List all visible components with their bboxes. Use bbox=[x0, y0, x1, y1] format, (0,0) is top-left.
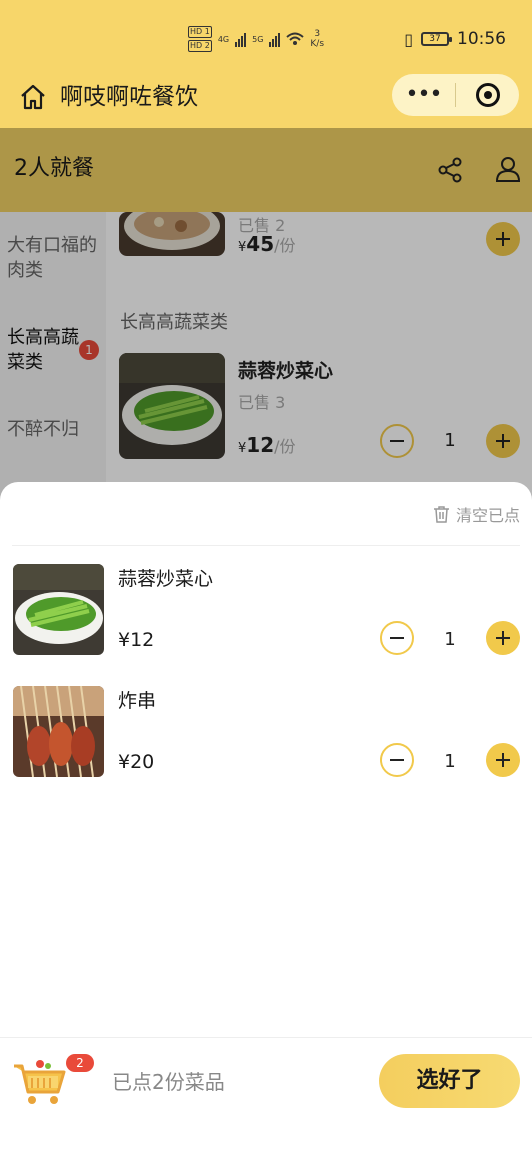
status-bar: HD 1 HD 2 4G 5G 3 K/s ▯ 37 10:56 bbox=[0, 0, 532, 72]
signal-icon bbox=[269, 31, 281, 47]
cart-item-quantity: 1 bbox=[444, 629, 456, 650]
clear-cart-button[interactable]: 清空已点 bbox=[433, 502, 520, 526]
cart-item-price: ¥20 bbox=[118, 751, 155, 773]
cart-item-name: 蒜蓉炒菜心 bbox=[118, 568, 214, 590]
decrease-button[interactable] bbox=[380, 743, 414, 777]
signal-icon bbox=[235, 31, 247, 47]
net-5g-label: 5G bbox=[252, 34, 264, 44]
title-bar: 啊吱啊咗餐饮 ••• bbox=[0, 72, 532, 128]
network-speed: 3 K/s bbox=[310, 29, 325, 49]
clock: 10:56 bbox=[457, 29, 506, 49]
checkout-button[interactable]: 选好了 bbox=[379, 1054, 520, 1108]
net-4g-label: 4G bbox=[217, 34, 230, 44]
more-button[interactable]: ••• bbox=[392, 74, 455, 116]
cart-item-price: ¥12 bbox=[118, 629, 155, 651]
app-title: 啊吱啊咗餐饮 bbox=[60, 84, 198, 110]
plus-icon bbox=[496, 631, 510, 645]
cart-count-badge: 2 bbox=[66, 1054, 94, 1072]
close-mini-program-button[interactable] bbox=[456, 83, 519, 107]
minus-icon bbox=[390, 637, 404, 639]
decrease-button[interactable] bbox=[380, 621, 414, 655]
home-icon[interactable] bbox=[18, 82, 48, 112]
modal-overlay[interactable] bbox=[0, 128, 532, 528]
plus-icon bbox=[496, 753, 510, 767]
network-status: HD 1 HD 2 4G 5G 3 K/s bbox=[188, 26, 324, 52]
minus-icon bbox=[390, 759, 404, 761]
cart-item-name: 炸串 bbox=[118, 690, 157, 712]
mini-program-capsule: ••• bbox=[392, 74, 519, 116]
add-button[interactable] bbox=[486, 621, 520, 655]
hd1-indicator: HD 1 bbox=[188, 26, 212, 38]
hd2-indicator: HD 2 bbox=[188, 40, 212, 52]
cart-item-image bbox=[13, 564, 104, 655]
cart-item-quantity: 1 bbox=[444, 751, 456, 772]
cart-item-image bbox=[13, 686, 104, 777]
battery-icon: 37 bbox=[421, 32, 452, 46]
shopping-cart-icon[interactable] bbox=[12, 1058, 68, 1106]
cart-item: 炸串 ¥20 1 bbox=[0, 686, 532, 778]
vibrate-icon: ▯ bbox=[404, 29, 413, 49]
trash-icon bbox=[433, 506, 449, 523]
wifi-icon bbox=[286, 32, 305, 45]
cart-summary: 已点2份菜品 bbox=[112, 1070, 225, 1094]
cart-item: 蒜蓉炒菜心 ¥12 1 bbox=[0, 564, 532, 656]
add-button[interactable] bbox=[486, 743, 520, 777]
target-icon bbox=[475, 83, 500, 107]
